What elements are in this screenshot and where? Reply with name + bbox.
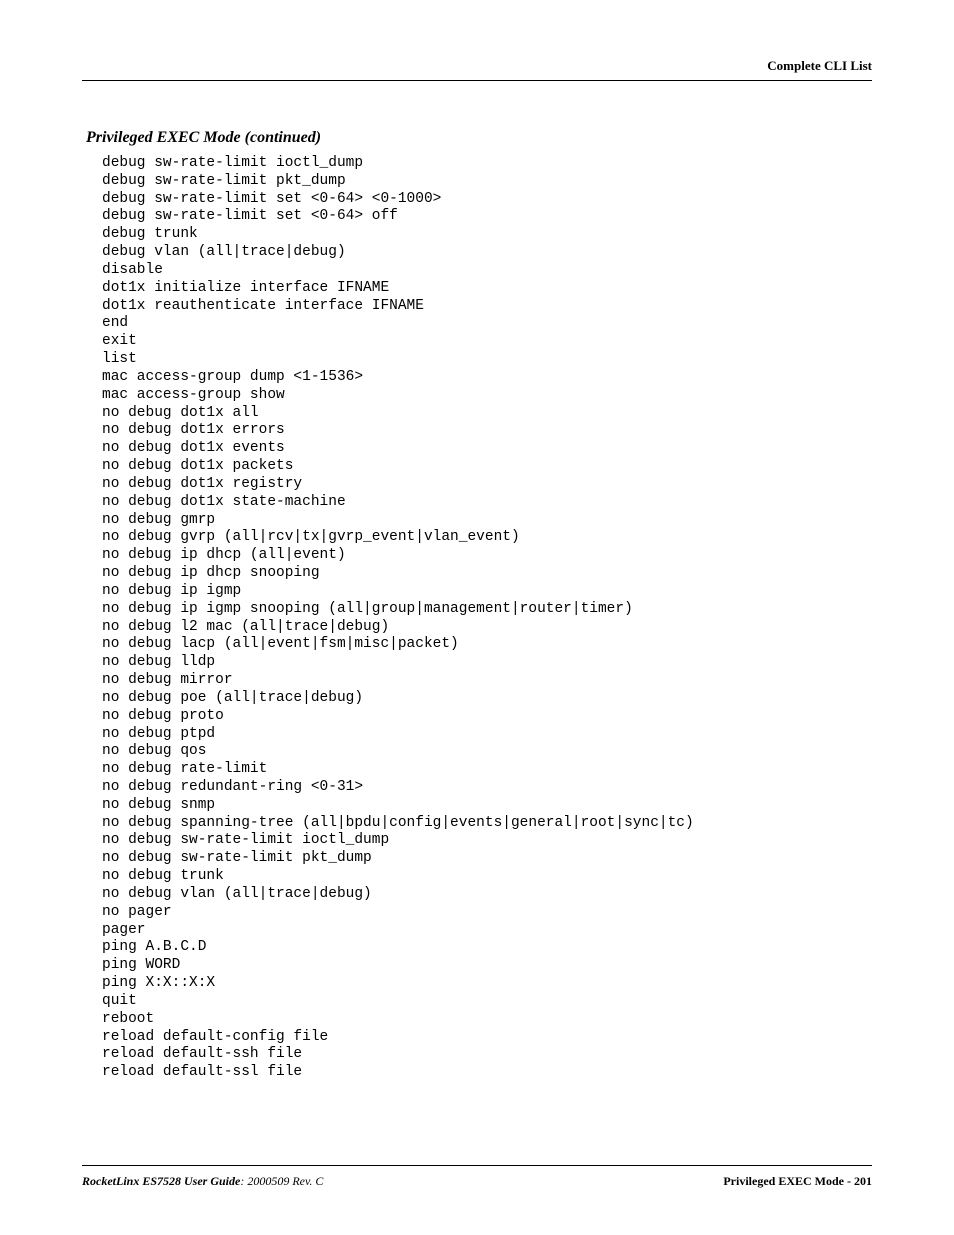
header-title: Complete CLI List	[767, 58, 872, 73]
footer-guide-name: RocketLinx ES7528 User Guide	[82, 1174, 240, 1188]
cli-command-list: debug sw-rate-limit ioctl_dump debug sw-…	[102, 155, 872, 1082]
section-title: Privileged EXEC Mode (continued)	[86, 129, 872, 147]
page-footer: RocketLinx ES7528 User Guide: 2000509 Re…	[82, 1165, 872, 1189]
footer-left: RocketLinx ES7528 User Guide: 2000509 Re…	[82, 1174, 323, 1189]
page-header: Complete CLI List	[82, 58, 872, 81]
footer-revision: : 2000509 Rev. C	[240, 1174, 323, 1188]
document-page: Complete CLI List Privileged EXEC Mode (…	[0, 0, 954, 1082]
footer-right: Privileged EXEC Mode - 201	[723, 1174, 872, 1189]
